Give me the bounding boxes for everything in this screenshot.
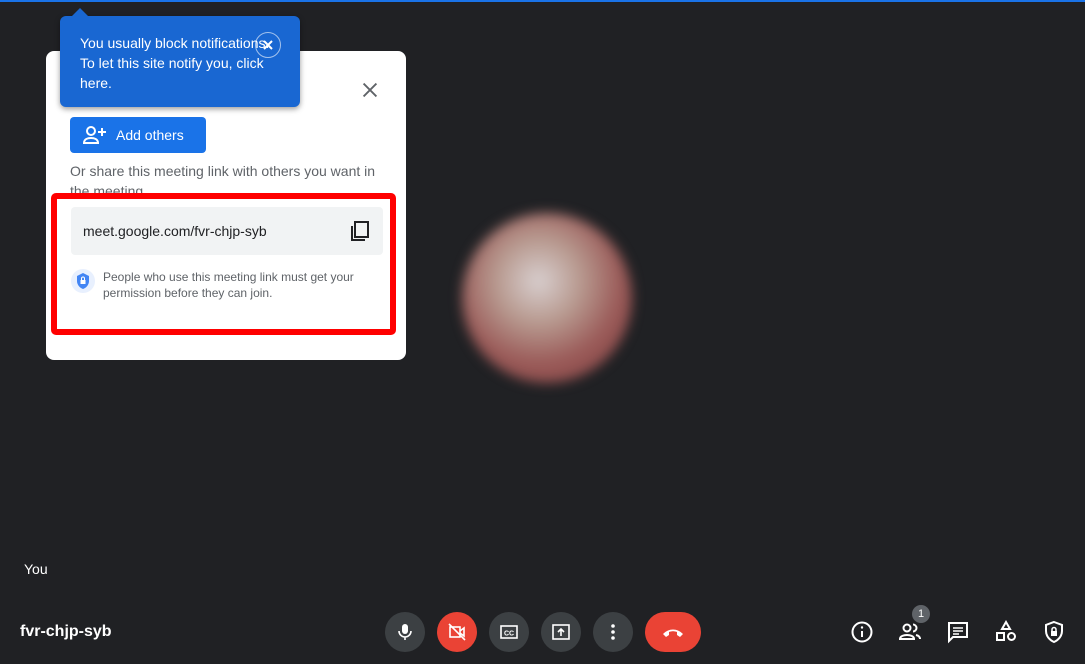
captions-button[interactable]: CC [489, 612, 529, 652]
hang-up-icon [663, 629, 683, 637]
camera-off-button[interactable] [437, 612, 477, 652]
more-vert-icon [611, 624, 615, 640]
people-icon[interactable] [898, 620, 922, 644]
tooltip-text: You usually block notifications. To let … [80, 35, 270, 91]
svg-text:CC: CC [504, 631, 514, 638]
self-label: You [24, 561, 48, 577]
highlight-box: meet.google.com/fvr-chjp-syb People who … [51, 193, 396, 335]
microphone-button[interactable] [385, 612, 425, 652]
meeting-link[interactable]: meet.google.com/fvr-chjp-syb [71, 207, 383, 255]
participants-count-badge: 1 [912, 605, 930, 623]
add-others-label: Add others [116, 127, 184, 143]
close-icon [263, 40, 273, 50]
notification-tooltip[interactable]: You usually block notifications. To let … [60, 8, 300, 107]
copy-icon[interactable] [349, 220, 371, 242]
top-accent-line [0, 0, 1085, 2]
avatar [462, 213, 632, 383]
present-screen-icon [552, 624, 570, 640]
close-icon[interactable] [359, 79, 381, 101]
camera-off-icon [448, 623, 466, 641]
host-controls-icon[interactable] [1042, 620, 1066, 644]
activities-icon[interactable] [994, 620, 1018, 644]
info-icon[interactable] [850, 620, 874, 644]
meeting-link-text: meet.google.com/fvr-chjp-syb [83, 223, 267, 239]
present-screen-button[interactable] [541, 612, 581, 652]
captions-icon: CC [500, 625, 518, 639]
person-add-icon [82, 126, 106, 144]
leave-call-button[interactable] [645, 612, 701, 652]
tooltip-close-button[interactable] [255, 32, 281, 58]
permission-notice: People who use this meeting link must ge… [71, 269, 383, 301]
microphone-icon [398, 624, 412, 640]
meeting-code[interactable]: fvr-chjp-syb [20, 623, 112, 641]
shield-lock-icon [71, 269, 95, 293]
add-others-button[interactable]: Add others [70, 117, 206, 153]
share-text: Or share this meeting link with others y… [70, 163, 376, 197]
more-options-button[interactable] [593, 612, 633, 652]
chat-icon[interactable] [946, 620, 970, 644]
permission-text: People who use this meeting link must ge… [103, 270, 354, 300]
